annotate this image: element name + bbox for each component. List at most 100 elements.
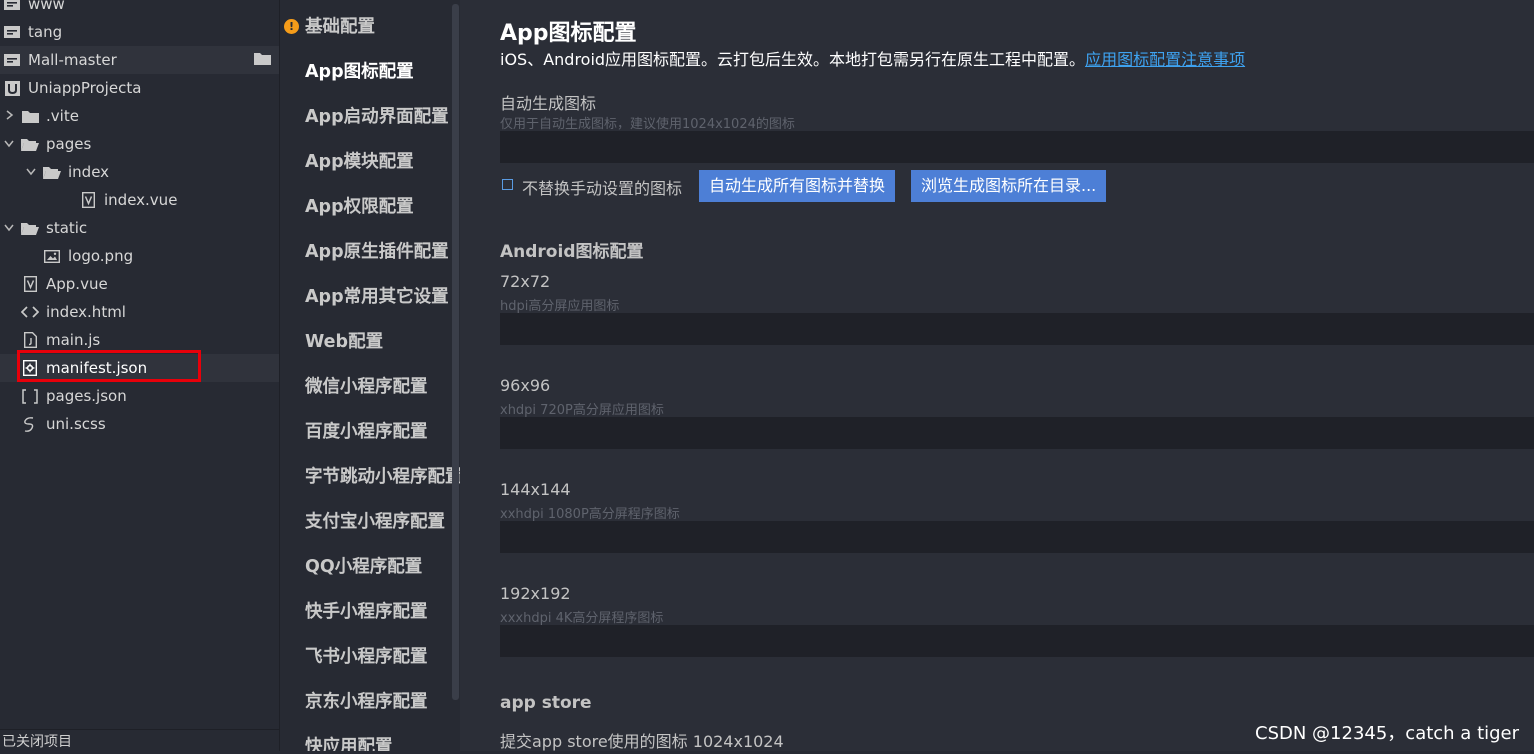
android-icon-input[interactable]: [500, 417, 1534, 449]
tree-item[interactable]: uni.scss: [0, 410, 279, 438]
tree-item-label: index.html: [46, 303, 126, 321]
nav-item[interactable]: App常用其它设置: [305, 282, 449, 312]
icon-config-panel: App图标配置 iOS、Android应用图标配置。云打包后生效。本地打包需另行…: [460, 0, 1534, 751]
nav-item[interactable]: 支付宝小程序配置: [305, 507, 445, 537]
nav-item[interactable]: App图标配置: [305, 57, 414, 87]
tree-item[interactable]: logo.png: [0, 242, 279, 270]
chevron-down-icon[interactable]: [2, 137, 16, 152]
android-icon-hint: xhdpi 720P高分屏应用图标: [500, 403, 664, 418]
js-file-icon: [20, 331, 40, 349]
auto-icon-label: 自动生成图标: [500, 94, 597, 113]
no-replace-checkbox-label[interactable]: 不替换手动设置的图标: [522, 175, 682, 199]
project-icon: [2, 23, 22, 41]
tree-item-label: index: [68, 163, 110, 181]
nav-item[interactable]: 快手小程序配置: [305, 597, 428, 627]
folder-open-icon: [42, 163, 62, 181]
chevron-down-icon[interactable]: [24, 165, 38, 180]
auto-icon-input[interactable]: [500, 131, 1534, 163]
android-icon-hint: hdpi高分屏应用图标: [500, 299, 620, 314]
nav-item[interactable]: App原生插件配置: [305, 237, 449, 267]
nav-item[interactable]: 字节跳动小程序配置: [305, 462, 460, 492]
folder-icon[interactable]: [254, 51, 271, 69]
android-icon-input[interactable]: [500, 313, 1534, 345]
nav-item[interactable]: App启动界面配置: [305, 102, 449, 132]
tree-item[interactable]: .vite: [0, 102, 279, 130]
browse-icon-dir-button[interactable]: 浏览生成图标所在目录...: [911, 170, 1107, 202]
tree-item[interactable]: pages: [0, 130, 279, 158]
tree-item[interactable]: App.vue: [0, 270, 279, 298]
image-file-icon: [42, 247, 62, 265]
tree-item[interactable]: static: [0, 214, 279, 242]
nav-scrollbar[interactable]: [452, 4, 459, 700]
tree-item-label: www: [28, 0, 65, 13]
tree-item[interactable]: index: [0, 158, 279, 186]
chevron-right-icon[interactable]: [2, 109, 16, 124]
tree-item-label: pages: [46, 135, 92, 153]
tree-item[interactable]: UniappProjecta: [0, 74, 279, 102]
tree-item[interactable]: manifest.json: [0, 354, 279, 382]
android-icon-size-label: 192x192: [500, 584, 571, 603]
uni-project-icon: [2, 79, 22, 97]
appstore-section-title: app store: [500, 693, 592, 713]
icon-config-notes-link[interactable]: 应用图标配置注意事项: [1085, 50, 1245, 69]
manifest-settings-nav: 基础配置! App图标配置 App启动界面配置 App模块配置 App权限配置 App原生…: [280, 0, 460, 751]
page-title: App图标配置: [500, 21, 637, 46]
nav-item[interactable]: App模块配置: [305, 147, 414, 177]
nav-item[interactable]: QQ小程序配置: [305, 552, 422, 582]
nav-item[interactable]: 飞书小程序配置: [305, 642, 428, 672]
description-text: iOS、Android应用图标配置。云打包后生效。本地打包需另行在原生工程中配置…: [500, 50, 1086, 69]
nav-item[interactable]: Web配置: [305, 327, 383, 357]
folder-open-icon: [20, 135, 40, 153]
folder-open-icon: [20, 219, 40, 237]
vue-file-icon: [20, 275, 40, 293]
android-icon-size-label: 72x72: [500, 272, 551, 291]
tree-item[interactable]: index.html: [0, 298, 279, 326]
tree-item-label: static: [46, 219, 88, 237]
tree-item-label: .vite: [46, 107, 79, 125]
android-icon-input[interactable]: [500, 521, 1534, 553]
folder-icon: [20, 107, 40, 125]
scss-file-icon: [20, 415, 40, 433]
tree-item-label: index.vue: [104, 191, 178, 209]
generate-all-icons-button[interactable]: 自动生成所有图标并替换: [699, 170, 896, 202]
closed-projects-label[interactable]: 已关闭项目: [0, 729, 279, 751]
nav-item[interactable]: 百度小程序配置: [305, 417, 428, 447]
tree-item[interactable]: pages.json: [0, 382, 279, 410]
project-explorer: www tang Mall-master UniappProjecta .vite pag…: [0, 0, 280, 751]
tree-item[interactable]: main.js: [0, 326, 279, 354]
page-description: iOS、Android应用图标配置。云打包后生效。本地打包需另行在原生工程中配置…: [500, 46, 1245, 70]
nav-item[interactable]: App权限配置: [305, 192, 414, 222]
nav-item[interactable]: 微信小程序配置: [305, 372, 428, 402]
tree-item-label: main.js: [46, 331, 101, 349]
tree-item-label: tang: [28, 23, 63, 41]
tree-item-label: uni.scss: [46, 415, 106, 433]
tree-item[interactable]: tang: [0, 18, 279, 46]
android-icon-input[interactable]: [500, 625, 1534, 657]
tree-item-label: manifest.json: [46, 359, 148, 377]
android-icon-size-label: 144x144: [500, 480, 571, 499]
chevron-down-icon[interactable]: [2, 221, 16, 236]
appstore-icon-label: 提交app store使用的图标 1024x1024: [500, 732, 784, 751]
nav-item[interactable]: 快应用配置: [305, 732, 393, 751]
nav-item[interactable]: 基础配置: [305, 12, 375, 42]
tree-item-label: App.vue: [46, 275, 108, 293]
tree-item-label: Mall-master: [28, 51, 117, 69]
no-replace-checkbox[interactable]: [502, 179, 513, 190]
vue-file-icon: [78, 191, 98, 209]
html-file-icon: [20, 303, 40, 321]
csdn-watermark: CSDN @12345，catch a tiger: [1255, 723, 1520, 744]
warning-icon: !: [284, 19, 299, 34]
android-icon-hint: xxxhdpi 4K高分屏程序图标: [500, 611, 664, 626]
tree-item[interactable]: Mall-master: [0, 46, 279, 74]
tree-item-label: logo.png: [68, 247, 134, 265]
auto-icon-hint: 仅用于自动生成图标，建议使用1024x1024的图标: [500, 117, 795, 132]
json-file-icon: [20, 387, 40, 405]
tree-item[interactable]: www: [0, 0, 279, 18]
project-icon: [2, 51, 22, 69]
tree-item[interactable]: index.vue: [0, 186, 279, 214]
project-icon: [2, 0, 22, 13]
nav-item[interactable]: 京东小程序配置: [305, 687, 428, 717]
android-icon-size-label: 96x96: [500, 376, 551, 395]
android-icon-hint: xxhdpi 1080P高分屏程序图标: [500, 507, 680, 522]
settings-file-icon: [20, 359, 40, 377]
